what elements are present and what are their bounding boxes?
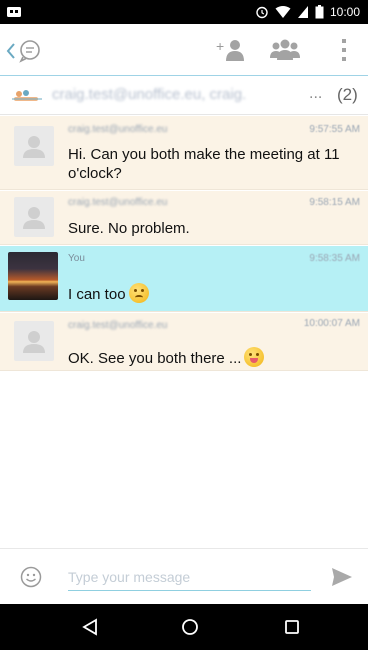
message-sender: craig.test@unoffice.eu	[68, 197, 168, 208]
avatar	[14, 321, 54, 361]
default-avatar-icon	[23, 207, 45, 229]
overflow-menu-button[interactable]	[327, 34, 361, 66]
wifi-icon	[275, 6, 291, 18]
battery-icon	[315, 5, 324, 19]
emoji-picker-icon[interactable]	[20, 566, 42, 588]
message-time: 10:00:07 AM	[303, 318, 360, 329]
back-icon	[6, 43, 15, 59]
message-text: OK. See you both there ...	[68, 347, 360, 368]
alarm-icon	[256, 6, 268, 19]
participants-button[interactable]	[268, 34, 302, 66]
send-button[interactable]	[328, 564, 356, 590]
svg-text:+: +	[216, 38, 224, 54]
participants-icon	[270, 39, 300, 60]
message-time: 9:57:55 AM	[309, 124, 360, 135]
message-sender: You	[68, 253, 85, 264]
back-button[interactable]	[6, 36, 46, 66]
message-time: 9:58:35 AM	[309, 253, 360, 264]
nav-recents-icon	[285, 620, 299, 634]
chat-toolbar: +	[0, 24, 368, 76]
avatar	[14, 126, 54, 166]
notification-icon	[7, 7, 21, 17]
default-avatar-icon	[23, 136, 45, 158]
default-avatar-icon	[23, 331, 45, 353]
message-time: 9:58:15 AM	[309, 197, 360, 208]
nav-recents-button[interactable]	[280, 615, 304, 639]
message-sender: craig.test@unoffice.eu	[68, 320, 168, 331]
nav-back-icon	[82, 618, 97, 636]
system-navigation-bar	[0, 604, 368, 650]
status-time: 10:00	[329, 5, 360, 19]
overflow-menu-icon	[342, 39, 346, 61]
message-item[interactable]: craig.test@unoffice.eu 9:57:55 AM Hi. Ca…	[0, 116, 368, 190]
group-chat-icon	[12, 90, 42, 101]
message-input[interactable]	[68, 563, 311, 591]
tongue-face-emoji	[244, 347, 265, 367]
signal-icon	[297, 6, 308, 18]
avatar	[8, 252, 58, 300]
chat-screen: 10:00 + craig.test@unoffice.eu, craig. .…	[0, 0, 368, 650]
nav-back-button[interactable]	[78, 615, 102, 639]
message-item[interactable]: craig.test@unoffice.eu 10:00:07 AM OK. S…	[0, 313, 368, 371]
avatar	[14, 197, 54, 237]
add-participant-button[interactable]: +	[214, 34, 248, 66]
message-text: Sure. No problem.	[68, 220, 190, 237]
participant-ellipsis: ...	[309, 85, 323, 102]
message-sender: craig.test@unoffice.eu	[68, 124, 168, 135]
status-bar: 10:00	[0, 0, 368, 24]
message-item[interactable]: craig.test@unoffice.eu 9:58:15 AM Sure. …	[0, 191, 368, 245]
nav-home-button[interactable]	[178, 615, 202, 639]
nav-home-icon	[182, 619, 198, 635]
add-participant-icon: +	[216, 38, 244, 61]
chat-icon	[19, 40, 40, 63]
participant-emails: craig.test@unoffice.eu, craig.	[52, 86, 247, 103]
participants-bar[interactable]: craig.test@unoffice.eu, craig. ... (2)	[0, 77, 368, 115]
send-icon	[332, 568, 352, 586]
message-text: Hi. Can you both make the meeting at 11 …	[68, 146, 340, 182]
message-composer	[0, 548, 368, 604]
worried-face-emoji	[128, 283, 149, 303]
message-text: I can too	[68, 283, 360, 304]
participant-count: (2)	[337, 85, 358, 104]
message-item-own[interactable]: You 9:58:35 AM I can too	[0, 246, 368, 312]
